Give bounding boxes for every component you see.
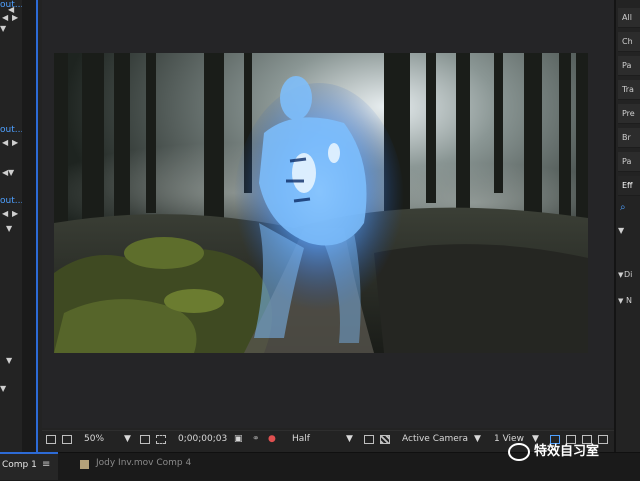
always-preview-icon[interactable] [46,435,56,444]
panel-tab-tracker[interactable]: Tra [618,80,640,100]
watermark-text: 特效自习室 [534,444,600,459]
chevron-down-icon[interactable]: ▼ [0,384,6,393]
panel-tab-brushes[interactable]: Br [618,128,640,148]
effects-group-label[interactable]: Di [624,270,632,279]
timecode-display[interactable]: 0;00;00;03 [178,434,227,444]
chevron-right-icon[interactable]: ▶ [12,138,18,147]
watermark: 特效自习室 [508,440,599,461]
chevron-down-icon[interactable]: ▼ [474,434,481,444]
search-icon[interactable]: ⌕ [620,202,626,213]
show-snapshot-icon[interactable]: ⚭ [252,434,260,444]
chevron-down-icon[interactable]: ▼ [618,226,624,235]
reset-exposure-icon[interactable] [598,435,608,444]
chevron-down-icon[interactable]: ▼ [6,224,12,233]
panel-tab-character[interactable]: Ch [618,32,640,52]
tab-label: Comp 1 [2,460,37,470]
region-of-interest-icon[interactable] [156,435,166,444]
effects-group-label[interactable]: N [626,296,632,305]
fast-previews-icon[interactable] [364,435,374,444]
chevron-down-icon[interactable]: ▼ [346,434,353,444]
right-panel: All Ch Pa Tra Pre Br Pa Eff ⌕ ▼ Di ▼ N ▼ [614,0,640,452]
panel-divider[interactable] [22,0,36,452]
forest-scene-image [54,53,588,353]
tab-label: Jody Inv.mov Comp 4 [96,458,192,468]
left-panel-label-3: out... [0,196,24,206]
chevron-down-icon[interactable]: ▼ [124,434,131,444]
monitor-icon[interactable] [62,435,72,444]
panel-tab-all[interactable]: All [618,8,640,28]
tab-jody-comp-4[interactable]: Jody Inv.mov Comp 4 [76,452,206,480]
color-channels-icon[interactable]: ● [268,434,276,444]
panel-tab-effects[interactable]: Eff [618,176,640,196]
chevron-left-icon[interactable]: ◀ [2,13,8,22]
wechat-icon [508,442,530,461]
chevron-down-icon[interactable]: ▼ [8,168,14,177]
chevron-right-icon[interactable]: ▶ [12,209,18,218]
chevron-left-icon[interactable]: ◀ [2,138,8,147]
chevron-down-icon[interactable]: ▼ [618,271,623,279]
chevron-right-icon[interactable]: ▶ [12,13,18,22]
panel-tab-preview[interactable]: Pre [618,104,640,124]
chevron-down-icon[interactable]: ▼ [618,297,623,305]
left-panel: ◀ out... ◀ ▶ ▼ out... ◀ ▶ ◀ ▼ out... ◀ ▶… [0,0,24,452]
left-panel-label-2: out... [0,125,24,135]
resolution-select[interactable]: Half [292,434,310,444]
transparency-grid-icon[interactable] [380,435,390,444]
zoom-select[interactable]: 50% [84,434,104,444]
chevron-left-icon[interactable]: ◀ [2,209,8,218]
composition-footage-frame[interactable] [54,53,588,353]
chevron-down-icon[interactable]: ▼ [0,24,6,33]
snapshot-camera-icon[interactable]: ▣ [234,434,243,444]
panel-tab-paint[interactable]: Pa [618,152,640,172]
resolution-grid-icon[interactable] [140,435,150,444]
chevron-down-icon[interactable]: ▼ [6,356,12,365]
menu-icon[interactable]: ≡ [42,459,50,470]
tab-comp-1[interactable]: Comp 1 ≡ [0,452,58,480]
camera-select[interactable]: Active Camera [402,434,468,444]
panel-tab-paragraph[interactable]: Pa [618,56,640,76]
composition-color-icon [80,460,89,469]
left-panel-label-1: out... [0,0,24,10]
